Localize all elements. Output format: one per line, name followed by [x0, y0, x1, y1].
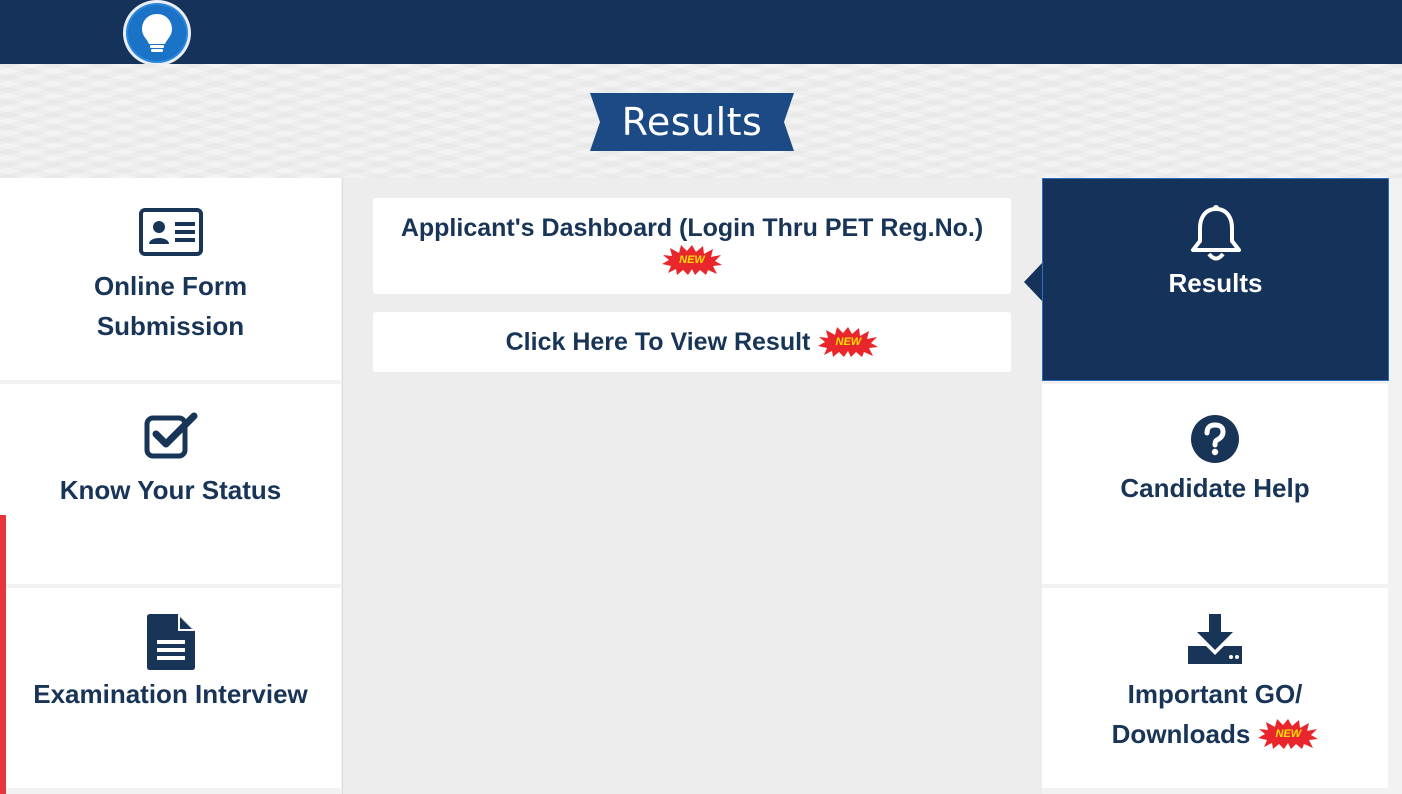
document-icon: [146, 614, 195, 670]
id-card-icon: [138, 208, 203, 256]
menu-online-form-submission[interactable]: Online Form Submission: [0, 178, 341, 380]
menu-candidate-help[interactable]: Candidate Help: [1042, 384, 1388, 584]
menu-important-go-downloads[interactable]: Important GO/ Downloads NEW: [1042, 588, 1388, 788]
page-title: Results: [621, 100, 763, 144]
menu-label: Submission: [96, 311, 245, 341]
top-header-bar: [0, 0, 1402, 64]
menu-label: Candidate Help: [1120, 473, 1310, 503]
new-badge: NEW: [1258, 719, 1318, 749]
menu-label: Examination Interview: [33, 679, 308, 709]
link-label: Click Here To View Result: [505, 327, 811, 356]
menu-results[interactable]: Results: [1042, 178, 1389, 381]
side-accent-bar: [0, 515, 6, 794]
view-result-link[interactable]: Click Here To View Result NEW: [373, 312, 1011, 372]
menu-label: Downloads: [1111, 719, 1251, 749]
active-pointer: [1024, 262, 1043, 302]
bell-icon: [1190, 205, 1241, 261]
menu-examination-interview[interactable]: Examination Interview: [0, 588, 341, 788]
question-circle-icon: [1191, 415, 1239, 463]
link-label: Applicant's Dashboard (Login Thru PET Re…: [400, 214, 984, 242]
applicants-dashboard-link[interactable]: Applicant's Dashboard (Login Thru PET Re…: [373, 198, 1011, 294]
lightbulb-icon[interactable]: [123, 0, 191, 66]
menu-label: Important GO/: [1127, 679, 1303, 709]
new-badge: NEW: [818, 327, 878, 357]
menu-label: Online Form: [93, 271, 248, 301]
menu-label: Know Your Status: [59, 475, 282, 505]
menu-know-your-status[interactable]: Know Your Status: [0, 384, 341, 584]
checkbox-icon: [144, 412, 197, 459]
download-icon: [1188, 614, 1242, 664]
new-badge: NEW: [662, 245, 722, 275]
menu-label: Results: [1168, 268, 1263, 298]
